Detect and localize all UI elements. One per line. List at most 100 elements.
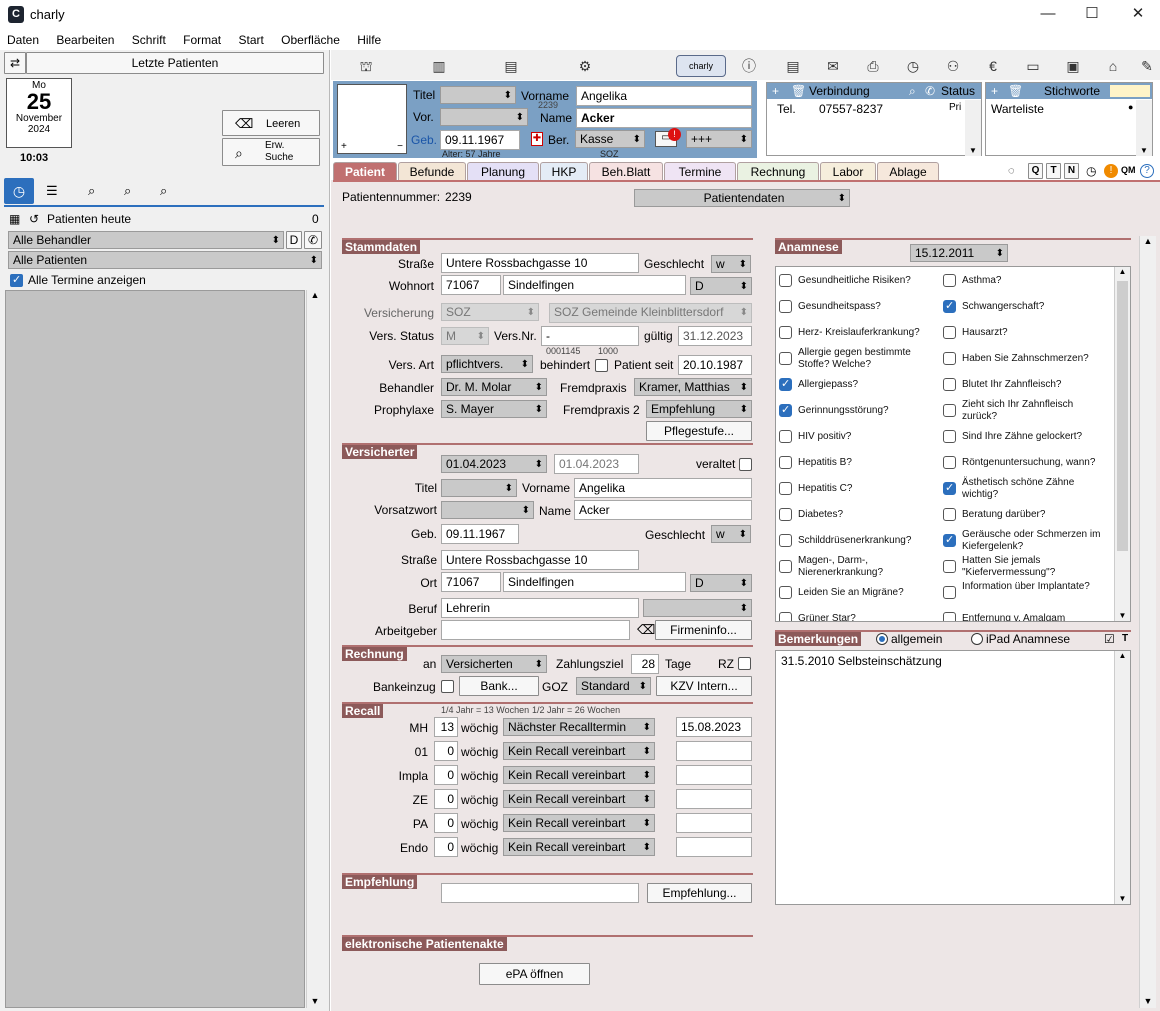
anamnese-checkbox[interactable] [779, 482, 792, 495]
tel-value[interactable]: 07557-8237 [819, 102, 883, 116]
chart-icon[interactable]: ▥ [428, 57, 450, 75]
recall-date-field[interactable]: 15.08.2023 [676, 717, 752, 737]
recall-date-field[interactable] [676, 813, 752, 833]
kasse-select[interactable]: Kasse [575, 130, 645, 148]
vers-art-select[interactable]: pflichtvers. [441, 355, 533, 373]
card-reader-icon[interactable]: ▣ [1062, 57, 1084, 75]
alert-icon[interactable]: ! [1104, 164, 1118, 178]
ipad-radio[interactable] [971, 633, 983, 645]
titel-select[interactable] [440, 86, 516, 104]
mail-icon[interactable]: ✉ [822, 57, 844, 75]
eraser-icon[interactable]: ⌫ [637, 622, 655, 638]
hidden-eye-icon[interactable]: ◌ [1008, 165, 1015, 177]
geschlecht-select[interactable]: w [711, 255, 751, 273]
anamnese-checkbox[interactable] [779, 534, 792, 547]
recall-date-field[interactable] [676, 837, 752, 857]
search-icon-2[interactable]: ⌕ [124, 183, 131, 199]
medical-icon[interactable]: ✚ [531, 132, 543, 146]
kzv-button[interactable]: KZV Intern... [656, 676, 752, 696]
empfehlung-field[interactable] [441, 883, 639, 903]
anamnese-scrollbar[interactable]: ▲ ▼ [1114, 267, 1130, 621]
anamnese-checkbox[interactable] [943, 404, 956, 417]
arbeitgeber-field[interactable] [441, 620, 630, 640]
anamnese-date-select[interactable]: 15.12.2011 [910, 244, 1008, 262]
verbindung-scrollbar[interactable]: ▼ [965, 100, 981, 156]
land-select[interactable]: D [690, 277, 752, 295]
v-land-select[interactable]: D [690, 574, 752, 592]
tab-hkp[interactable]: HKP [540, 162, 588, 181]
anamnese-checkbox[interactable] [779, 352, 792, 365]
network-icon[interactable]: ⚇ [942, 57, 964, 75]
anamnese-checkbox[interactable] [779, 274, 792, 287]
bankeinzug-checkbox[interactable] [441, 680, 454, 693]
beruf-field[interactable]: Lehrerin [441, 598, 639, 618]
behandler-select[interactable]: Dr. M. Molar [441, 378, 547, 396]
anamnese-checkbox[interactable] [779, 586, 792, 599]
patient-seit-field[interactable]: 20.10.1987 [678, 355, 752, 375]
tab-patient[interactable]: Patient [333, 162, 397, 181]
ort-field[interactable]: Sindelfingen [503, 275, 686, 295]
vorsatz-select[interactable] [440, 108, 528, 126]
recall-weeks-field[interactable]: 0 [434, 765, 458, 785]
maximize-button[interactable]: ☐ [1078, 4, 1106, 24]
euro-icon[interactable]: € [982, 57, 1004, 75]
recall-select[interactable]: Kein Recall vereinbart [503, 742, 655, 760]
menu-daten[interactable]: Daten [0, 30, 39, 47]
recall-weeks-field[interactable]: 0 [434, 813, 458, 833]
charly-badge[interactable]: charly [676, 55, 726, 77]
bank-button[interactable]: Bank... [459, 676, 539, 696]
versicherter-date-field[interactable]: 01.04.2023 [554, 454, 639, 474]
phone-icon[interactable]: ✆ [304, 231, 322, 249]
tab-ablage[interactable]: Ablage [877, 162, 939, 181]
menu-oberflaeche[interactable]: Oberfläche [267, 30, 340, 47]
v-name-field[interactable]: Acker [574, 500, 752, 520]
anamnese-checkbox[interactable] [943, 612, 956, 621]
recall-date-field[interactable] [676, 765, 752, 785]
main-scrollbar[interactable]: ▲ ▼ [1139, 236, 1156, 1008]
anamnese-checkbox[interactable] [943, 481, 956, 495]
beruf-select[interactable] [643, 599, 752, 617]
goz-select[interactable]: Standard [576, 677, 651, 695]
epa-open-button[interactable]: ePA öffnen [479, 963, 590, 985]
show-all-checkbox[interactable] [10, 273, 23, 287]
recall-select[interactable]: Nächster Recalltermin [503, 718, 655, 736]
gueltig-field[interactable]: 31.12.2023 [678, 326, 752, 346]
v-geb-field[interactable]: 09.11.1967 [441, 524, 519, 544]
anamnese-checkbox[interactable] [779, 377, 792, 391]
anamnese-checkbox[interactable] [779, 612, 792, 621]
menu-hilfe[interactable]: Hilfe [343, 30, 381, 47]
left-scrollbar[interactable]: ▲ ▼ [306, 290, 323, 1008]
recall-weeks-field[interactable]: 0 [434, 789, 458, 809]
print-icon[interactable]: ⎙ [862, 57, 884, 75]
fremdpraxis-select[interactable]: Kramer, Matthias [634, 378, 752, 396]
tab-labor[interactable]: Labor [820, 162, 876, 181]
versicherung-select[interactable]: SOZ [441, 303, 539, 321]
history-icon[interactable]: ◷ [902, 57, 924, 75]
pflegestufe-button[interactable]: Pflegestufe... [646, 421, 752, 441]
anamnese-checkbox[interactable] [943, 378, 956, 391]
anamnese-checkbox[interactable] [943, 508, 956, 521]
v-ort-field[interactable]: Sindelfingen [503, 572, 686, 592]
anamnese-checkbox[interactable] [779, 508, 792, 521]
extended-search-button[interactable]: ⌕ Erw. Suche [222, 138, 320, 166]
vers-status-select[interactable]: M [441, 327, 489, 345]
view-select[interactable]: Patientendaten [634, 189, 850, 207]
empfehlung-button[interactable]: Empfehlung... [647, 883, 752, 903]
anamnese-checkbox[interactable] [779, 326, 792, 339]
anamnese-checkbox[interactable] [943, 533, 956, 547]
tag-icon[interactable]: ⌂ [1102, 57, 1124, 75]
address-book-icon[interactable]: ▤ [500, 57, 522, 75]
rz-checkbox[interactable] [738, 657, 751, 670]
n-button[interactable]: N [1064, 163, 1079, 179]
list-person-icon[interactable]: ☰ [46, 183, 58, 199]
prophylaxe-select[interactable]: S. Mayer [441, 400, 547, 418]
edit-icon[interactable]: ✎ [1136, 57, 1158, 75]
anamnese-checkbox[interactable] [943, 352, 956, 365]
anamnese-checkbox[interactable] [779, 560, 792, 573]
text-icon[interactable]: T [1122, 633, 1128, 644]
add-icon[interactable]: + [772, 84, 779, 98]
recall-select[interactable]: Kein Recall vereinbart [503, 814, 655, 832]
behindert-checkbox[interactable] [595, 359, 608, 372]
v-titel-select[interactable] [441, 479, 517, 497]
add-icon[interactable]: + [991, 84, 998, 98]
